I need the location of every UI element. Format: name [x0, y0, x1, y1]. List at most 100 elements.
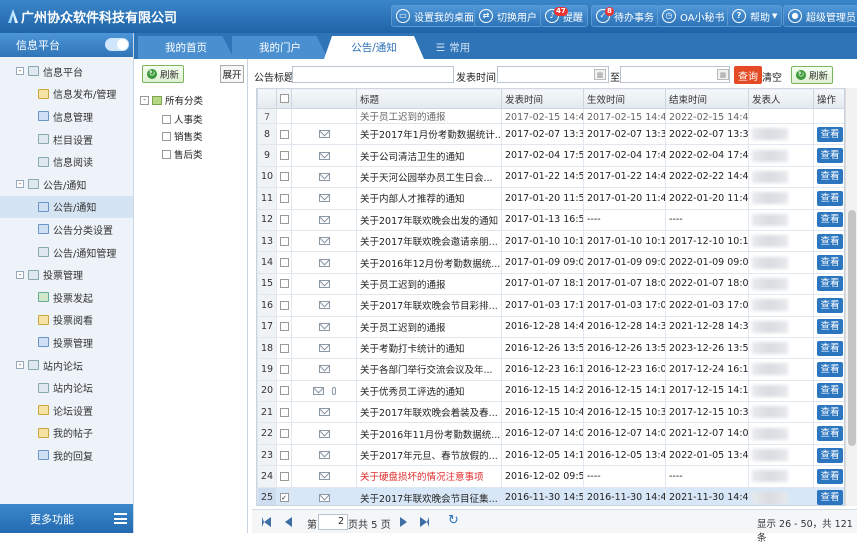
row-checkbox-cell[interactable]: ✓	[276, 486, 292, 505]
row-checkbox[interactable]	[279, 172, 289, 182]
sidebar-item-info-manage[interactable]: 信息管理	[0, 105, 133, 128]
row-checkbox-cell[interactable]	[276, 229, 292, 253]
row-title[interactable]: 关于员工迟到的通报	[356, 272, 502, 296]
collapse-icon[interactable]: -	[16, 67, 24, 76]
sidebar-group-info[interactable]: - 信息平台	[0, 60, 133, 83]
row-checkbox-cell[interactable]	[276, 122, 292, 146]
category-item[interactable]: 人事类	[162, 112, 203, 126]
row-checkbox[interactable]	[279, 364, 289, 374]
table-row[interactable]: 19 关于各部门举行交流会议及年... 2016-12-23 16:12 2016-1…	[257, 358, 844, 381]
row-title[interactable]: 关于员工迟到的通报	[356, 108, 502, 124]
table-row[interactable]: 9 关于公司清洁卫生的通知 2017-02-04 17:51 2017-02-04 1…	[257, 144, 844, 167]
row-checkbox[interactable]	[279, 429, 289, 439]
row-title[interactable]: 关于2017年联欢晚会节目彩排...	[356, 294, 502, 317]
view-button[interactable]: 查看	[817, 447, 843, 463]
oa-secretary-button[interactable]: ◷ OA小秘书	[657, 5, 730, 27]
calendar-icon[interactable]: ▦	[717, 69, 729, 80]
sidebar-item-notice-manage[interactable]: 公告/通知管理	[0, 241, 133, 264]
row-checkbox-cell[interactable]	[276, 187, 292, 210]
row-title[interactable]: 关于天河公园举办员工生日会...	[356, 165, 502, 189]
next-page-icon[interactable]	[400, 517, 407, 527]
row-checkbox-cell[interactable]	[276, 422, 292, 445]
switch-user-button[interactable]: ⇄ 切换用户	[474, 5, 542, 27]
list-refresh-button[interactable]: ↻ 刷新	[791, 66, 834, 84]
sidebar-item-notice-category[interactable]: 公告分类设置	[0, 218, 133, 241]
tab-home[interactable]: 我的首页	[138, 36, 234, 59]
row-checkbox-cell[interactable]	[276, 294, 292, 317]
sidebar-item-vote-start[interactable]: 投票发起	[0, 286, 133, 309]
collapse-icon[interactable]: -	[16, 270, 24, 279]
end-date-input[interactable]	[620, 66, 730, 83]
row-checkbox[interactable]	[279, 279, 289, 289]
row-checkbox[interactable]: ✓	[279, 493, 289, 503]
table-row[interactable]: 23 关于2017年元旦、春节放假的... 2016-12-05 14:14 2016…	[257, 443, 844, 467]
publisher-column-header[interactable]: 发表人	[748, 88, 814, 109]
sidebar-item-my-posts[interactable]: 我的帖子	[0, 422, 133, 445]
view-button[interactable]: 查看	[817, 490, 843, 505]
row-title[interactable]: 关于2017年联欢晚会节目征集...	[356, 486, 502, 505]
view-button[interactable]: 查看	[817, 297, 843, 313]
view-button[interactable]: 查看	[817, 319, 843, 335]
row-title[interactable]: 关于优秀员工评选的通知	[356, 379, 502, 403]
row-checkbox[interactable]	[279, 322, 289, 332]
page-number-input[interactable]: 2	[318, 514, 348, 530]
sidebar-item-info-read[interactable]: 信息阅读	[0, 150, 133, 173]
view-button[interactable]: 查看	[817, 190, 843, 206]
sidebar-item-column-settings[interactable]: 栏目设置	[0, 128, 133, 151]
row-checkbox-cell[interactable]	[276, 443, 292, 467]
view-button[interactable]: 查看	[817, 233, 843, 249]
sidebar-toggle[interactable]	[105, 38, 129, 51]
sidebar-item-notice[interactable]: 公告/通知	[0, 195, 133, 219]
table-row[interactable]: 25 ✓ 关于2017年联欢晚会节目征集... 2016-11-30 14:51 201…	[257, 486, 844, 505]
row-checkbox[interactable]	[279, 300, 289, 310]
tab-common[interactable]: ☰ 常用	[428, 36, 478, 59]
view-button[interactable]: 查看	[817, 255, 843, 271]
row-checkbox[interactable]	[279, 343, 289, 353]
table-row[interactable]: 20 关于优秀员工评选的通知 2016-12-15 14:21 2016-12-15 …	[257, 379, 844, 403]
row-checkbox[interactable]	[279, 471, 289, 481]
more-functions-button[interactable]: 更多功能	[0, 504, 133, 533]
row-checkbox-cell[interactable]	[276, 379, 292, 403]
category-item[interactable]: 销售类	[162, 129, 203, 143]
row-checkbox-cell[interactable]	[276, 251, 292, 274]
table-row[interactable]: 11 关于内部人才推荐的通知 2017-01-20 11:51 2017-01-20 …	[257, 187, 844, 210]
row-title[interactable]: 关于2017年1月份考勤数据统计...	[356, 122, 502, 146]
sidebar-item-forum-settings[interactable]: 论坛设置	[0, 399, 133, 422]
row-checkbox-cell[interactable]	[276, 336, 292, 360]
row-title[interactable]: 关于2017年联欢晚会着装及春...	[356, 401, 502, 424]
row-checkbox-cell[interactable]	[276, 358, 292, 381]
publish-time-column-header[interactable]: 发表时间	[501, 88, 584, 109]
collapse-icon[interactable]: -	[16, 361, 24, 370]
sidebar-item-my-replies[interactable]: 我的回复	[0, 444, 133, 467]
select-all-checkbox[interactable]	[279, 94, 289, 103]
sidebar-item-info-publish[interactable]: 信息发布/管理	[0, 83, 133, 106]
row-checkbox-cell[interactable]	[276, 401, 292, 424]
table-scrollbar[interactable]	[845, 88, 857, 506]
view-button[interactable]: 查看	[817, 361, 843, 377]
sidebar-item-forum[interactable]: 站内论坛	[0, 376, 133, 399]
row-checkbox[interactable]	[279, 236, 289, 246]
view-button[interactable]: 查看	[817, 148, 843, 164]
tab-portal[interactable]: 我的门户	[232, 36, 328, 59]
admin-user-button[interactable]: ● 超级管理员	[783, 5, 857, 27]
table-row[interactable]: 22 关于2016年11月份考勤数据统... 2016-12-07 14:05 201…	[257, 422, 844, 445]
view-button[interactable]: 查看	[817, 126, 843, 142]
row-title[interactable]: 关于2017年元旦、春节放假的...	[356, 443, 502, 467]
row-checkbox[interactable]	[279, 258, 289, 268]
view-button[interactable]: 查看	[817, 468, 843, 484]
calendar-icon[interactable]: ▦	[594, 69, 606, 80]
row-title[interactable]: 关于2017年联欢晚会出发的通知	[356, 208, 502, 231]
category-refresh-button[interactable]: ↻ 刷新	[142, 65, 185, 83]
table-row[interactable]: 15 关于员工迟到的通报 2017-01-07 18:11 2017-01-07 18…	[257, 272, 844, 296]
table-row[interactable]: 21 关于2017年联欢晚会着装及春... 2016-12-15 10:41 2016…	[257, 401, 844, 424]
sidebar-group-forum[interactable]: - 站内论坛	[0, 354, 133, 377]
scrollbar-thumb[interactable]	[848, 210, 856, 446]
view-button[interactable]: 查看	[817, 404, 843, 420]
row-title[interactable]: 关于各部门举行交流会议及年...	[356, 358, 502, 381]
view-button[interactable]: 查看	[817, 383, 843, 399]
first-page-icon[interactable]	[262, 517, 271, 527]
view-button[interactable]: 查看	[817, 340, 843, 356]
reload-icon[interactable]: ↻	[448, 513, 459, 528]
row-checkbox-cell[interactable]	[276, 208, 292, 231]
row-title[interactable]: 关于2016年11月份考勤数据统...	[356, 422, 502, 445]
